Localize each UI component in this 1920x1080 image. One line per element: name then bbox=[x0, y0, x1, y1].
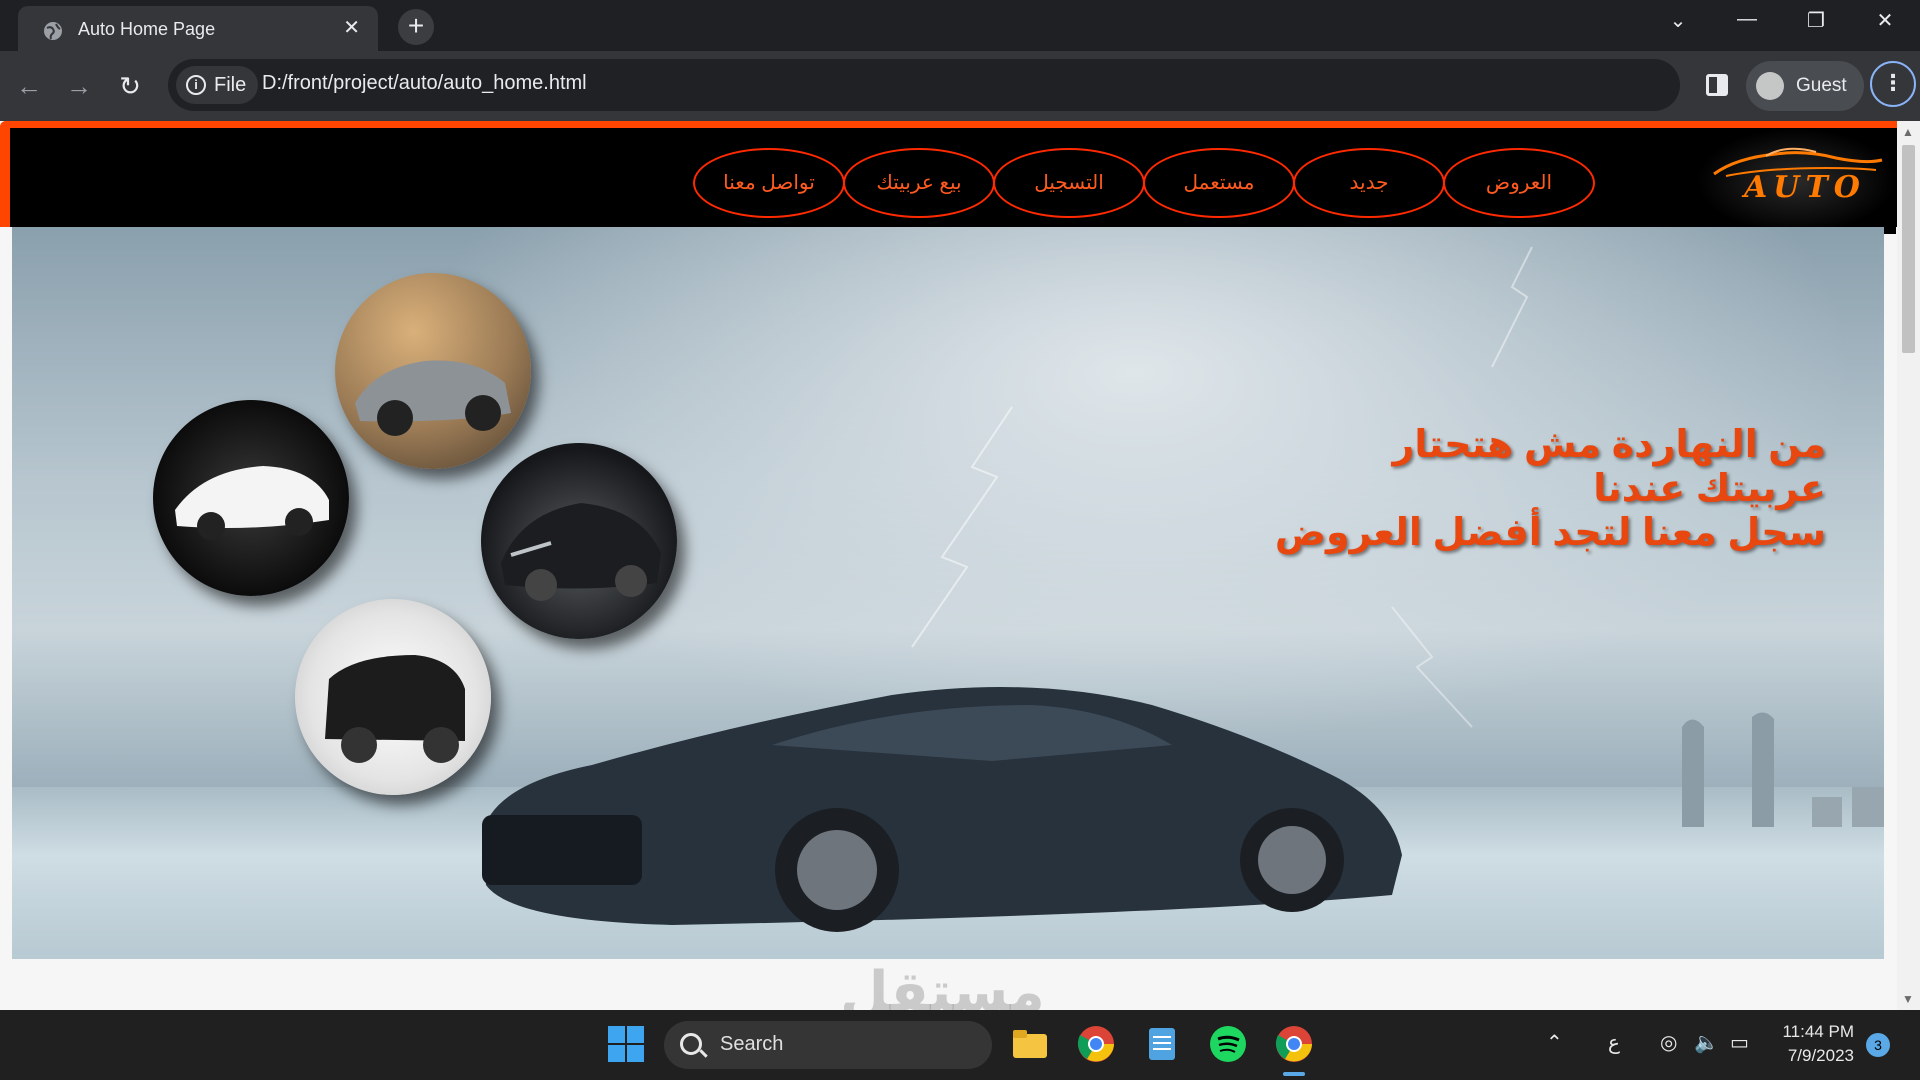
site-logo[interactable]: AUTO bbox=[1696, 128, 1896, 234]
battery-icon[interactable]: ▭ bbox=[1730, 1030, 1749, 1055]
back-icon[interactable]: ← bbox=[12, 69, 46, 103]
car-thumbnail-infiniti-concept[interactable] bbox=[481, 443, 677, 639]
notepad-icon[interactable] bbox=[1142, 1024, 1182, 1064]
logo-text: AUTO bbox=[1744, 170, 1866, 205]
scrollbar-thumb[interactable] bbox=[1902, 145, 1915, 353]
site-info-chip[interactable]: i File bbox=[176, 66, 258, 104]
search-label: Search bbox=[720, 1033, 784, 1055]
close-window-button[interactable]: ✕ bbox=[1865, 8, 1905, 33]
search-icon bbox=[680, 1033, 702, 1055]
nav-used[interactable]: مستعمل bbox=[1143, 148, 1295, 218]
input-language[interactable]: ع bbox=[1608, 1030, 1620, 1055]
page-viewport: العروض جديد مستعمل التسجيل بيع عربيتك تو… bbox=[0, 121, 1920, 1010]
chrome-icon[interactable] bbox=[1076, 1024, 1116, 1064]
reload-icon[interactable]: ↻ bbox=[113, 69, 147, 103]
hero-headline: من النهاردة مش هتحتار عربيتك عندنا سجل م… bbox=[1275, 423, 1826, 555]
watermark: مستقل bbox=[840, 960, 1045, 1010]
forward-icon[interactable]: → bbox=[62, 69, 96, 103]
browser-menu-icon[interactable]: ⋮ bbox=[1870, 61, 1916, 107]
close-tab-icon[interactable]: ✕ bbox=[343, 18, 360, 38]
nav-new[interactable]: جديد bbox=[1293, 148, 1445, 218]
address-bar[interactable]: i File D:/front/project/auto/auto_home.h… bbox=[168, 59, 1680, 111]
city-skyline bbox=[1682, 712, 1884, 827]
nav-sell-car[interactable]: بيع عربيتك bbox=[843, 148, 995, 218]
hero-banner: من النهاردة مش هتحتار عربيتك عندنا سجل م… bbox=[12, 227, 1884, 959]
site-header: العروض جديد مستعمل التسجيل بيع عربيتك تو… bbox=[0, 121, 1897, 234]
main-car-image bbox=[482, 687, 1402, 932]
site-info-label: File bbox=[214, 74, 247, 96]
hero-line-2: عربيتك عندنا bbox=[1593, 468, 1826, 510]
minimize-button[interactable]: — bbox=[1727, 8, 1767, 31]
network-icon[interactable]: ◎ bbox=[1660, 1030, 1677, 1055]
taskbar: Search ⌃ ع ◎ 🔈 ▭ 11:44 PM 7/9/2023 3 bbox=[0, 1010, 1920, 1080]
tab-title: Auto Home Page bbox=[78, 19, 216, 39]
tab-search-icon[interactable]: ⌄ bbox=[1658, 8, 1698, 33]
scroll-down-icon[interactable]: ▼ bbox=[1902, 992, 1914, 1006]
browser-tab[interactable]: Auto Home Page ✕ bbox=[18, 6, 378, 51]
side-panel-icon[interactable] bbox=[1706, 74, 1728, 96]
car-thumbnail-mercedes-white[interactable] bbox=[153, 400, 349, 596]
nav-contact[interactable]: تواصل معنا bbox=[693, 148, 845, 218]
browser-toolbar: ← → ↻ i File D:/front/project/auto/auto_… bbox=[0, 51, 1920, 121]
new-tab-button[interactable]: + bbox=[398, 9, 434, 45]
profile-button[interactable]: Guest bbox=[1746, 61, 1864, 111]
active-app-indicator bbox=[1283, 1072, 1305, 1076]
file-explorer-icon[interactable] bbox=[1010, 1024, 1050, 1064]
clock-time: 11:44 PM bbox=[1782, 1022, 1854, 1041]
car-thumbnail-infiniti-silver[interactable] bbox=[335, 273, 531, 469]
system-clock[interactable]: 11:44 PM 7/9/2023 bbox=[1764, 1020, 1854, 1068]
restore-button[interactable]: ❐ bbox=[1796, 8, 1836, 33]
spotify-icon[interactable] bbox=[1208, 1024, 1248, 1064]
nav-offers[interactable]: العروض bbox=[1443, 148, 1595, 218]
show-hidden-icons[interactable]: ⌃ bbox=[1546, 1030, 1563, 1055]
info-icon: i bbox=[186, 75, 206, 95]
browser-tabstrip: Auto Home Page ✕ + ⌄ — ❐ ✕ bbox=[0, 0, 1920, 51]
volume-icon[interactable]: 🔈 bbox=[1694, 1030, 1719, 1055]
profile-label: Guest bbox=[1796, 75, 1847, 96]
taskbar-search[interactable]: Search bbox=[664, 1021, 992, 1069]
hero-line-1: من النهاردة مش هتحتار bbox=[1392, 424, 1826, 466]
url-text[interactable]: D:/front/project/auto/auto_home.html bbox=[262, 72, 587, 95]
clock-date: 7/9/2023 bbox=[1787, 1046, 1854, 1065]
car-thumbnail-mercedes-suv[interactable] bbox=[295, 599, 491, 795]
windows-start-icon[interactable] bbox=[606, 1024, 646, 1064]
globe-icon bbox=[44, 22, 62, 40]
hero-line-3: سجل معنا لتجد أفضل العروض bbox=[1274, 512, 1826, 554]
avatar-icon bbox=[1756, 72, 1784, 100]
chrome-active-icon[interactable] bbox=[1274, 1024, 1314, 1064]
notification-badge[interactable]: 3 bbox=[1866, 1033, 1890, 1057]
scroll-up-icon[interactable]: ▲ bbox=[1902, 125, 1914, 139]
nav-register[interactable]: التسجيل bbox=[993, 148, 1145, 218]
scrollbar[interactable]: ▲ ▼ bbox=[1897, 121, 1920, 1010]
